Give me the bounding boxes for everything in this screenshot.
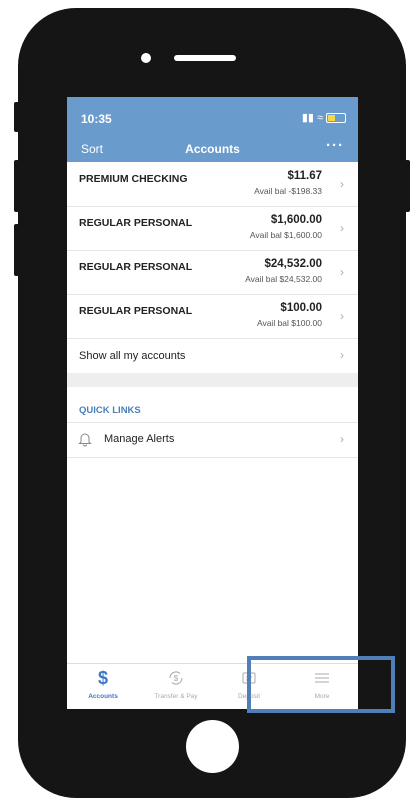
- status-time: 10:35: [81, 112, 112, 126]
- tab-accounts[interactable]: $ Accounts: [67, 664, 139, 709]
- home-button[interactable]: [186, 720, 239, 773]
- camera-dot: [141, 53, 151, 63]
- account-row[interactable]: REGULAR PERSONAL $1,600.00 Avail bal $1,…: [67, 206, 358, 251]
- app-screen: 10:35 ▮▮ ≈ Sort Accounts ··· PREMIUM CHE…: [67, 97, 358, 709]
- account-row[interactable]: REGULAR PERSONAL $24,532.00 Avail bal $2…: [67, 250, 358, 295]
- account-row[interactable]: REGULAR PERSONAL $100.00 Avail bal $100.…: [67, 294, 358, 339]
- transfer-icon: $: [140, 668, 212, 688]
- svg-text:$: $: [174, 674, 179, 683]
- tab-label: Transfer & Pay: [154, 693, 198, 700]
- tab-transfer-pay[interactable]: $ Transfer & Pay: [140, 664, 212, 709]
- manage-alerts-row[interactable]: Manage Alerts ›: [67, 422, 358, 458]
- status-icons: ▮▮ ≈: [302, 111, 346, 124]
- bell-icon: [78, 433, 92, 447]
- account-name: PREMIUM CHECKING: [79, 173, 188, 185]
- quick-links-header: QUICK LINKS: [79, 405, 141, 416]
- show-all-accounts-row[interactable]: Show all my accounts ›: [67, 339, 358, 373]
- account-name: REGULAR PERSONAL: [79, 217, 193, 229]
- manage-alerts-label: Manage Alerts: [104, 433, 175, 445]
- account-balance: $24,532.00: [264, 258, 322, 270]
- speaker-grille: [174, 55, 236, 61]
- chevron-right-icon: ›: [340, 432, 344, 446]
- section-divider: [67, 373, 358, 387]
- account-row[interactable]: PREMIUM CHECKING $11.67 Avail bal -$198.…: [67, 162, 358, 207]
- chevron-right-icon: ›: [340, 221, 344, 235]
- power-button: [405, 160, 410, 212]
- account-available-balance: Avail bal $1,600.00: [249, 230, 322, 240]
- account-balance: $1,600.00: [270, 214, 322, 226]
- account-name: REGULAR PERSONAL: [79, 305, 193, 317]
- chevron-right-icon: ›: [340, 177, 344, 191]
- mute-switch: [14, 102, 19, 132]
- account-balance: $11.67: [287, 170, 322, 182]
- account-name: REGULAR PERSONAL: [79, 261, 193, 273]
- page-title: Accounts: [185, 142, 240, 156]
- chevron-right-icon: ›: [340, 309, 344, 323]
- volume-up-button: [14, 160, 19, 212]
- chevron-right-icon: ›: [340, 348, 344, 362]
- header-bar: 10:35 ▮▮ ≈ Sort Accounts ···: [67, 97, 358, 162]
- account-available-balance: Avail bal -$198.33: [254, 186, 322, 196]
- highlight-box: [247, 656, 395, 713]
- tab-label: Accounts: [88, 693, 118, 700]
- volume-down-button: [14, 224, 19, 276]
- show-all-accounts-label: Show all my accounts: [79, 350, 186, 362]
- battery-icon: [326, 112, 346, 123]
- account-available-balance: Avail bal $24,532.00: [245, 274, 322, 284]
- signal-icon: ▮▮: [301, 112, 314, 124]
- more-options-button[interactable]: ···: [326, 137, 344, 154]
- dollar-icon: $: [97, 668, 108, 688]
- account-balance: $100.00: [280, 302, 322, 314]
- chevron-right-icon: ›: [340, 265, 344, 279]
- wifi-icon: ≈: [316, 111, 323, 124]
- account-available-balance: Avail bal $100.00: [256, 318, 322, 328]
